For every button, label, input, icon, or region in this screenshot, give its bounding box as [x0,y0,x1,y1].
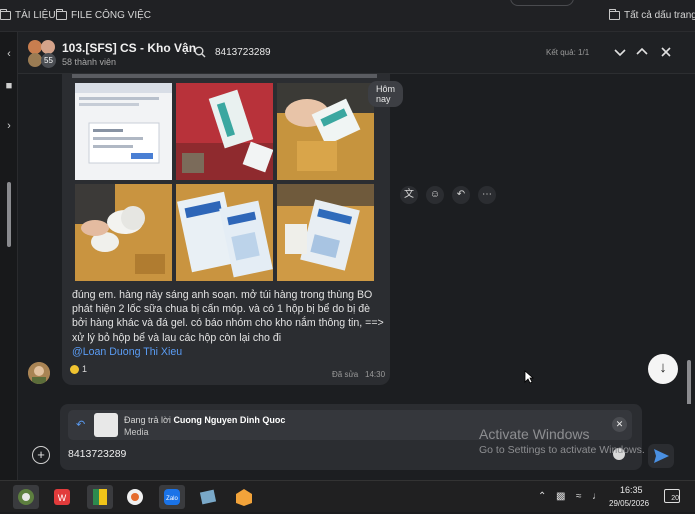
message-photo[interactable] [75,83,172,180]
chevron-down-icon[interactable] [612,44,628,60]
volume-icon[interactable]: ♩ [592,491,602,502]
reply-author: Cuong Nguyen Dinh Quoc [173,415,286,425]
scroll-to-bottom-button[interactable]: ↓ [648,354,678,384]
message-photo[interactable] [176,184,273,281]
bookmark-label: TÀI LIỆU [15,10,56,21]
chevron-up-icon[interactable] [634,44,650,60]
message-list[interactable]: Hôm nay đúng em. hàng này sáng anh soạn.… [18,74,695,404]
send-icon [654,449,669,463]
close-reply-button[interactable]: ✕ [612,417,627,432]
chat-scrollbar[interactable] [687,360,691,404]
member-count-badge: 55 [41,53,56,68]
message-input[interactable]: 8413723289 [68,448,126,460]
message-photo[interactable] [75,184,172,281]
bookmark-tai-lieu[interactable]: TÀI LIỆU [0,9,56,21]
sidebar-scrollbar[interactable] [7,182,11,247]
message-body: đúng em. hàng này sáng anh soạn. mở túi … [72,289,384,344]
edited-label: Đã sửa [332,370,359,379]
message-photo[interactable] [277,83,374,180]
message-photo[interactable] [176,83,273,180]
bookmark-label: FILE CÔNG VIỆC [71,10,152,21]
activate-windows-subtitle: Go to Settings to activate Windows. [479,444,645,456]
reaction-badge[interactable]: 1 [70,364,87,374]
group-avatar[interactable]: 55 [28,40,56,68]
reaction-count: 1 [82,364,88,374]
group-title[interactable]: 103.[SFS] CS - Kho Vận [62,41,196,55]
add-attachment-button[interactable]: + [32,446,50,464]
folder-icon [56,9,67,20]
left-sidebar-strip: ‹ ■ › [0,32,18,480]
member-avatar [28,40,42,54]
folder-icon [0,9,11,20]
date-separator: Hôm nay [368,81,404,107]
group-members[interactable]: 58 thành viên [62,57,116,67]
more-icon[interactable]: ⋯ [478,186,496,204]
all-bookmarks[interactable]: Tất cả dấu trang [609,9,695,21]
previous-image-edge [72,74,377,78]
taskbar-app-tool[interactable] [195,485,221,509]
wifi-icon[interactable]: ≈ [576,491,582,502]
message-photo[interactable] [277,184,374,281]
taskbar-date[interactable]: 29/05/2026 [609,499,649,508]
message-text: đúng em. hàng này sáng anh soạn. mở túi … [72,288,384,359]
network-icon[interactable]: ▩ [556,491,565,502]
taskbar-app-browser[interactable] [13,485,39,509]
reply-type: Media [124,427,149,437]
reply-thumbnail [94,413,118,437]
composer: ↶ Đang trả lời Cuong Nguyen Dinh Quoc Me… [18,404,695,480]
smile-icon[interactable]: ☺ [426,186,444,204]
folder-icon [609,9,620,20]
member-avatar [41,40,55,54]
reply-prefix: Đang trả lời [124,415,171,425]
mouse-cursor-icon [524,370,534,384]
chat-header: 55 103.[SFS] CS - Kho Vận 58 thành viên … [18,32,695,74]
taskbar: W Zalo ⌃ ▩ ≈ ♩ 16:35 29/05/2026 20 [0,480,695,512]
message-time: 14:30 [365,370,386,379]
chat-window: 55 103.[SFS] CS - Kho Vận 58 thành viên … [18,32,695,480]
svg-text:Zalo: Zalo [166,496,178,502]
sidebar-item-icon[interactable]: ■ [3,80,15,94]
taskbar-app-wps[interactable]: W [49,485,75,509]
laugh-emoji-icon [70,364,79,374]
notification-count: 20 [671,495,679,502]
top-control[interactable] [510,0,574,6]
reply-arrow-icon: ↶ [76,419,86,431]
close-icon[interactable] [658,44,674,60]
svg-text:W: W [58,493,67,503]
activate-windows-title: Activate Windows [479,426,590,442]
sender-avatar[interactable] [28,362,50,384]
reply-target: Đang trả lời Cuong Nguyen Dinh Quoc [124,415,285,425]
translate-icon[interactable]: 文 [400,186,418,204]
chevron-up-icon[interactable]: ⌃ [538,491,546,502]
taskbar-app-zalo[interactable]: Zalo [159,485,185,509]
collapse-icon[interactable]: ‹ [3,48,15,62]
reply-icon[interactable]: ↶ [452,186,470,204]
taskbar-app-circle[interactable] [122,485,148,509]
send-button[interactable] [648,444,674,468]
taskbar-app-notes[interactable] [87,485,113,509]
message-bubble[interactable]: Hôm nay đúng em. hàng này sáng anh soạn.… [62,74,404,385]
message-hover-toolbar: 文 ☺ ↶ ⋯ [400,186,496,204]
bookmark-file-cong-viec[interactable]: FILE CÔNG VIỆC [56,9,152,21]
search-input[interactable]: 8413723289 [215,47,271,58]
taskbar-app-folder[interactable] [231,485,257,509]
mention-link[interactable]: @Loan Duong Thi Xieu [72,346,182,358]
search-icon [194,46,206,58]
bookmarks-bar: TÀI LIỆU FILE CÔNG VIỆC Tất cả dấu trang [0,0,695,32]
member-avatar [28,53,42,67]
arrow-right-icon[interactable]: › [3,120,15,134]
taskbar-time[interactable]: 16:35 [620,485,643,495]
notification-icon[interactable]: 20 [664,489,680,503]
search-result-count: Kết quả: 1/1 [546,48,590,57]
all-bookmarks-label: Tất cả dấu trang [624,10,695,21]
